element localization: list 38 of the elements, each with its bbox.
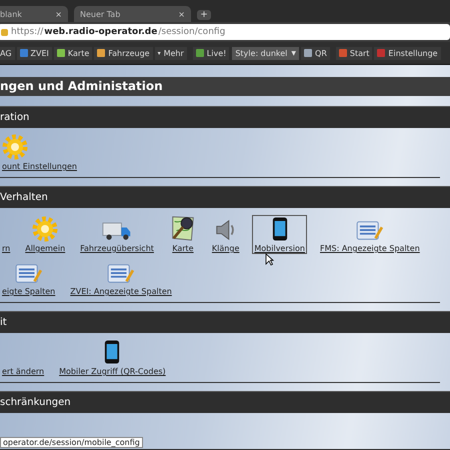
section-header: ration <box>0 106 450 128</box>
close-tab-button[interactable]: × <box>55 10 62 18</box>
address-bar[interactable]: https://web.radio-operator.de/session/config <box>0 24 450 40</box>
browser-tab[interactable]: blank × <box>0 6 68 22</box>
browser-tab[interactable]: Neuer Tab × <box>74 6 191 22</box>
settings-link[interactable]: Klänge <box>210 217 242 254</box>
list-edit-icon <box>14 263 43 285</box>
settings-link[interactable]: eigte Spalten <box>0 262 58 297</box>
toolbar-link[interactable]: Start <box>336 46 372 60</box>
section-header: Verhalten <box>0 186 450 208</box>
cursor-icon <box>265 253 274 266</box>
section-header: it <box>0 311 450 333</box>
toolbar-link[interactable]: Fahrzeuge <box>94 46 153 60</box>
settings-link[interactable]: ert ändern <box>0 366 46 377</box>
new-tab-button[interactable]: + <box>197 10 211 20</box>
toolbar-link[interactable]: AG <box>0 46 15 60</box>
settings-link[interactable]: ount Einstellungen <box>0 133 79 172</box>
settings-link[interactable]: Allgemein <box>23 215 68 254</box>
settings-link[interactable]: Fahrzeugübersicht <box>78 219 156 254</box>
settings-link[interactable]: FMS: Angezeigte Spalten <box>318 219 422 254</box>
close-tab-button[interactable]: × <box>178 10 185 18</box>
toolbar-link[interactable]: Karte <box>54 46 92 60</box>
toolbar-link[interactable]: Live! <box>192 46 230 60</box>
settings-link[interactable]: Karte <box>166 213 199 254</box>
toolbar-link[interactable]: ZVEI <box>16 46 52 60</box>
gear-icon <box>2 134 28 160</box>
settings-link[interactable]: Mobiler Zugriff (QR-Codes) <box>57 338 168 377</box>
section-header: schränkungen <box>0 391 450 413</box>
list-edit-icon <box>356 220 384 242</box>
list-edit-icon <box>107 263 136 285</box>
gear-icon <box>32 216 58 242</box>
settings-link[interactable]: rn <box>0 243 12 254</box>
page-title: ngen und Administation <box>0 77 450 96</box>
toolbar-link[interactable]: Einstellunge <box>374 46 441 60</box>
toolbar-link[interactable]: QR <box>301 46 330 60</box>
settings-link[interactable]: Mobilversion <box>252 215 307 254</box>
settings-link[interactable]: ZVEI: Angezeigte Spalten <box>68 262 174 297</box>
status-url: operator.de/session/mobile_config <box>0 437 143 448</box>
